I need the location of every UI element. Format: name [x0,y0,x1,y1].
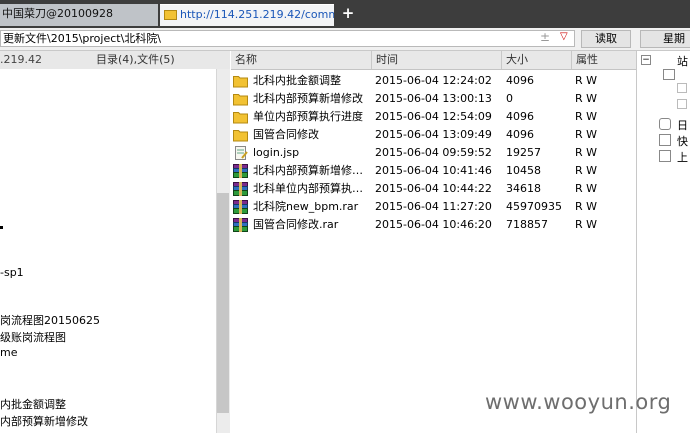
tree-item[interactable]: 内部预算新增修改 [0,413,88,429]
column-header-time[interactable]: 时间 [372,51,502,69]
file-size: 4096 [506,74,534,87]
right-item[interactable]: 快 [677,133,688,149]
file-size: 4096 [506,110,534,123]
table-row[interactable]: 北科内批金额调整 2015-06-04 12:24:02 4096 R W [231,72,636,90]
file-attr: R W [575,200,598,213]
item-count: 目录(4),文件(5) [96,53,175,66]
weekday-button[interactable]: 星期 [640,30,690,48]
file-attr: R W [575,92,598,105]
file-name: 北科内批金额调整 [253,74,341,87]
table-row[interactable]: 国管合同修改.rar 2015-06-04 10:46:20 718857 R W [231,216,636,234]
file-attr: R W [575,146,598,159]
file-attr: R W [575,128,598,141]
folder-icon [233,128,248,142]
archive-icon [233,164,248,178]
tree-item[interactable]: 内批金额调整 [0,396,66,412]
page-icon [659,150,671,162]
file-attr: R W [575,182,598,195]
node-icon [677,83,687,93]
file-time: 2015-06-04 09:59:52 [375,146,492,159]
tab-label: 中国菜刀@20100928 [2,7,113,20]
column-header-size[interactable]: 大小 [502,51,572,69]
column-header-name[interactable]: 名称 [231,51,372,69]
calendar-icon [659,118,671,130]
table-row[interactable]: 北科单位内部预算执行.rar 2015-06-04 10:44:22 34618 R … [231,180,636,198]
node-icon [663,69,675,80]
file-size: 718857 [506,218,548,231]
file-time: 2015-06-04 13:00:13 [375,92,492,105]
file-attr: R W [575,218,598,231]
table-row[interactable]: 北科院new_bpm.rar 2015-06-04 11:27:20 4597093… [231,198,636,216]
directory-tree[interactable]: -sp1 岗流程图20150625 级账岗流程图 me 内批金额调整 内部预算新… [0,69,216,433]
note-icon [659,134,671,146]
tree-item[interactable]: 级账岗流程图 [0,329,66,345]
host-label: .219.42 [0,53,42,66]
file-name: 单位内部预算执行进度 [253,110,363,123]
file-size: 0 [506,92,513,105]
file-icon [233,146,248,160]
tree-item[interactable]: -sp1 [0,266,24,279]
file-time: 2015-06-04 11:27:20 [375,200,492,213]
folder-icon [233,92,248,106]
tree-item[interactable]: 岗流程图20150625 [0,312,100,328]
tab-url[interactable]: http://114.251.219.42/comm... [160,4,334,26]
table-row[interactable]: 单位内部预算执行进度 2015-06-04 12:54:09 4096 R W [231,108,636,126]
file-name: 北科内部预算新增修改 [253,92,363,105]
folder-icon [233,74,248,88]
folder-icon [233,110,248,124]
file-attr: R W [575,164,598,177]
table-row[interactable]: login.jsp 2015-06-04 09:59:52 19257 R W [231,144,636,162]
file-time: 2015-06-04 13:09:49 [375,128,492,141]
path-input[interactable]: 更新文件\2015\project\北科院\ [0,30,575,47]
tab-caidao[interactable]: 中国菜刀@20100928 [0,4,158,26]
file-name: 国管合同修改 [253,128,319,141]
file-list: 北科内批金额调整 2015-06-04 12:24:02 4096 R W 北科内部预算… [231,72,636,433]
file-time: 2015-06-04 10:44:22 [375,182,492,195]
tree-item[interactable]: me [0,346,17,359]
new-tab-button[interactable]: + [340,5,356,21]
file-attr: R W [575,110,598,123]
file-time: 2015-06-04 12:24:02 [375,74,492,87]
table-row[interactable]: 北科内部预算新增修改.rar 2015-06-04 10:41:46 10458 R … [231,162,636,180]
tree-bullet-icon [0,226,3,229]
file-attr: R W [575,74,598,87]
collapse-icon[interactable]: − [641,55,651,65]
left-panel-header: .219.42 目录(4),文件(5) [0,51,230,70]
right-item[interactable]: 上 [677,149,688,165]
file-time: 2015-06-04 12:54:09 [375,110,492,123]
table-row[interactable]: 北科内部预算新增修改 2015-06-04 13:00:13 0 R W [231,90,636,108]
tab-bar: 中国菜刀@20100928 http://114.251.219.42/comm… [0,0,690,28]
folder-icon [164,10,177,20]
file-name: 北科内部预算新增修改.rar [253,164,371,177]
file-name: 国管合同修改.rar [253,218,339,231]
right-item[interactable]: 站 [677,53,688,69]
file-time: 2015-06-04 10:46:20 [375,218,492,231]
tab-label: http://114.251.219.42/comm... [180,8,334,21]
right-panel: − 站 日 快 上 [637,51,690,433]
table-row[interactable]: 国管合同修改 2015-06-04 13:09:49 4096 R W [231,126,636,144]
archive-icon [233,182,248,196]
file-list-header: 名称 时间 大小 属性 [231,51,636,70]
file-size: 10458 [506,164,541,177]
node-icon [677,99,687,109]
read-button[interactable]: 读取 [581,30,631,48]
chevron-down-icon[interactable]: ▽ [560,31,568,42]
path-bar: 更新文件\2015\project\北科院\ ± ▽ 读取 星期 [0,28,690,51]
plus-minus-icon[interactable]: ± [540,30,550,44]
column-header-attr[interactable]: 属性 [572,51,636,69]
file-size: 45970935 [506,200,562,213]
archive-icon [233,218,248,232]
file-name: 北科院new_bpm.rar [253,200,359,213]
left-scrollbar-thumb[interactable] [217,193,229,413]
file-name: login.jsp [253,146,300,159]
file-size: 34618 [506,182,541,195]
file-size: 19257 [506,146,541,159]
watermark: www.wooyun.org [485,390,672,414]
file-name: 北科单位内部预算执行.rar [253,182,371,195]
archive-icon [233,200,248,214]
right-item[interactable]: 日 [677,117,688,133]
file-time: 2015-06-04 10:41:46 [375,164,492,177]
file-size: 4096 [506,128,534,141]
